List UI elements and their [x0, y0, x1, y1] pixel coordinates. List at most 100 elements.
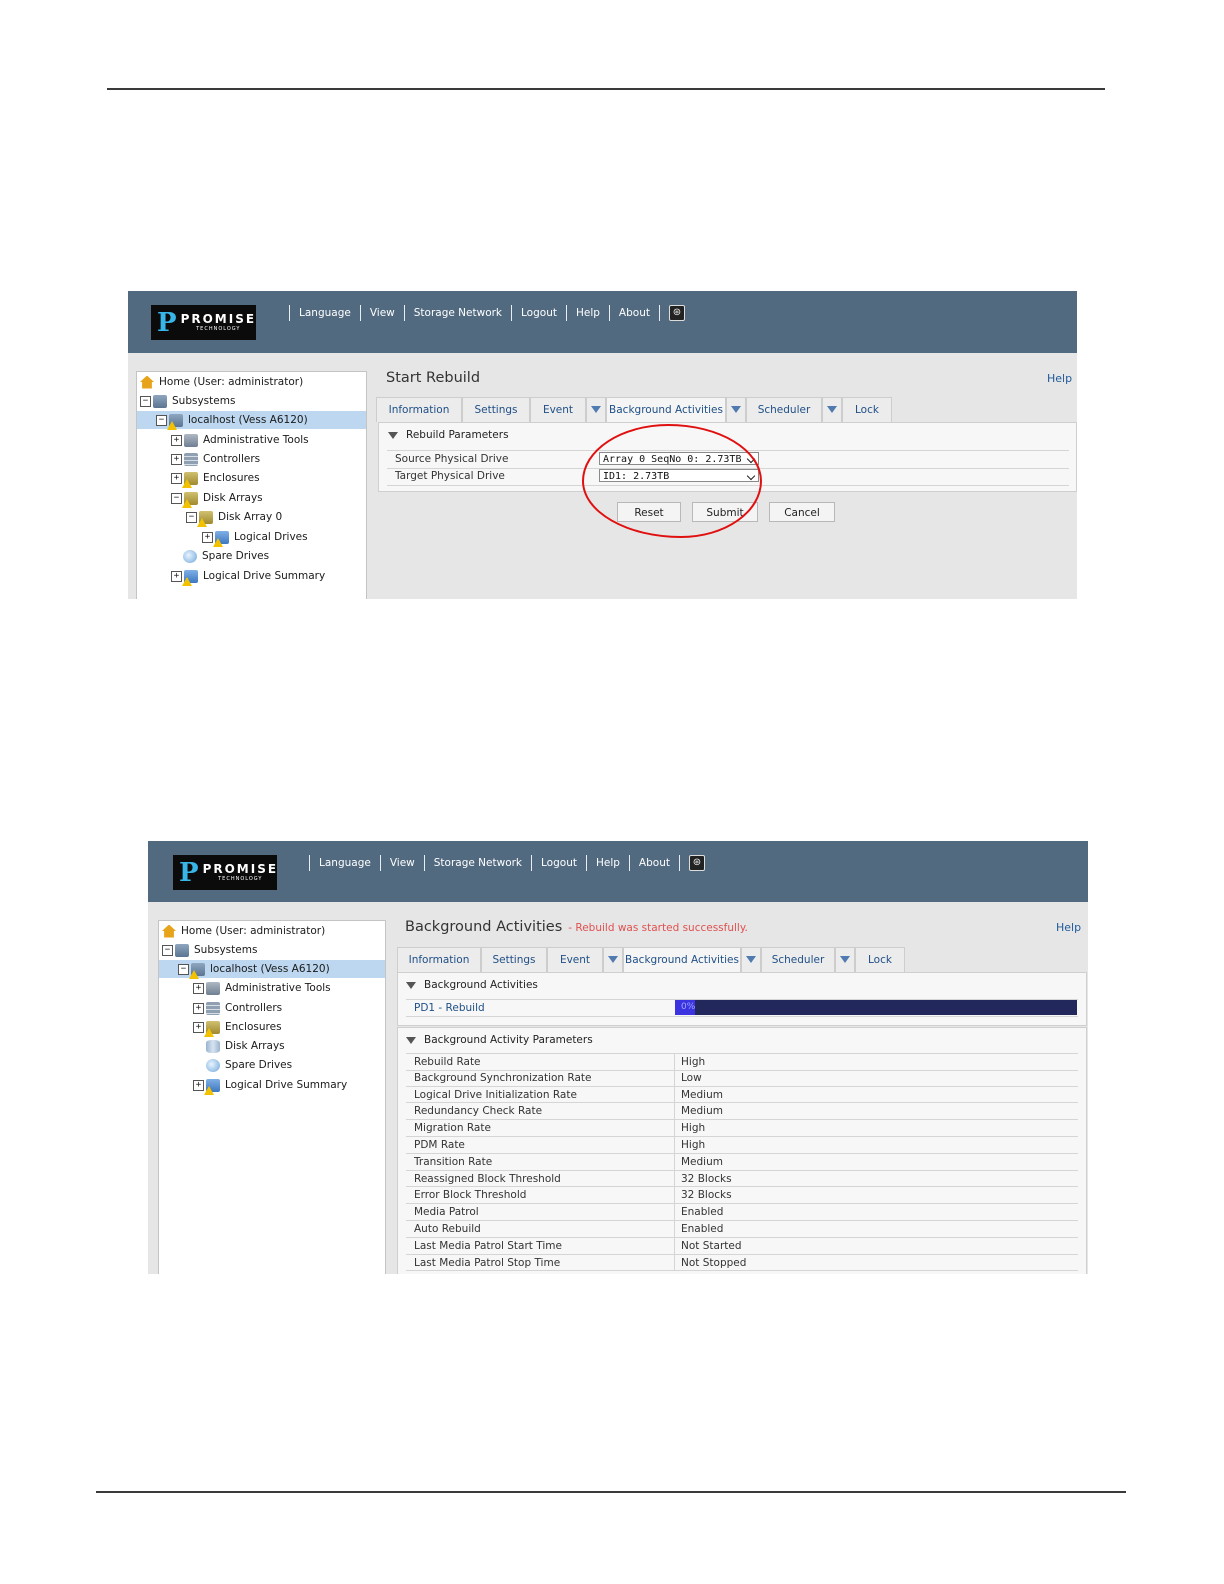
- nav-view[interactable]: View: [370, 307, 395, 319]
- top-nav: Language View Storage Network Logout Hel…: [280, 304, 685, 322]
- background-activities-panel: Background Activities PD1 - Rebuild 0%: [397, 972, 1087, 1026]
- tree-item-controllers[interactable]: + Controllers: [171, 450, 260, 468]
- status-message: - Rebuild was started successfully.: [568, 922, 748, 934]
- tree-item-logical-drives[interactable]: + Logical Drives: [202, 528, 308, 547]
- help-link[interactable]: Help: [1056, 921, 1081, 934]
- tree-item-enclosures[interactable]: +Enclosures: [171, 469, 260, 488]
- tab-scheduler[interactable]: Scheduler: [746, 397, 822, 422]
- globe-icon[interactable]: ⊛: [688, 855, 705, 871]
- background-activities-header[interactable]: Background Activities: [406, 979, 538, 991]
- tab-lock[interactable]: Lock: [855, 947, 905, 972]
- activity-label[interactable]: PD1 - Rebuild: [414, 1000, 485, 1016]
- tree-item-logical-drive-summary[interactable]: + Logical Drive Summary: [171, 567, 325, 586]
- tab-background-activities[interactable]: Background Activities: [606, 397, 726, 422]
- parameter-label: Error Block Threshold: [414, 1189, 527, 1202]
- tree-item-enclosures[interactable]: +Enclosures: [193, 1018, 282, 1037]
- home-icon: [140, 375, 154, 389]
- parameter-value: Low: [674, 1069, 702, 1086]
- cancel-button[interactable]: Cancel: [769, 502, 835, 522]
- event-dropdown-icon[interactable]: [603, 947, 623, 972]
- background-activity-parameters-header[interactable]: Background Activity Parameters: [406, 1034, 593, 1046]
- nav-logout[interactable]: Logout: [541, 857, 577, 869]
- highlight-circle: [582, 424, 762, 538]
- nav-language[interactable]: Language: [299, 307, 351, 319]
- nav-about[interactable]: About: [639, 857, 670, 869]
- parameter-label: Redundancy Check Rate: [414, 1105, 543, 1118]
- tree-item-controllers[interactable]: + Controllers: [193, 999, 282, 1017]
- disk-array-icon: [206, 1039, 220, 1053]
- parameter-row: Auto Rebuild Enabled: [406, 1221, 1078, 1238]
- tab-scheduler[interactable]: Scheduler: [761, 947, 835, 972]
- logical-drive-warning-icon: [213, 530, 229, 547]
- nav-storage-network[interactable]: Storage Network: [414, 307, 502, 319]
- parameter-row: PDM Rate High: [406, 1137, 1078, 1154]
- home-icon: [162, 924, 176, 938]
- help-link[interactable]: Help: [1047, 372, 1072, 385]
- nav-about[interactable]: About: [619, 307, 650, 319]
- tree-item-spare-drives[interactable]: Spare Drives: [206, 1056, 292, 1074]
- page-title: Background Activities - Rebuild was start…: [405, 919, 748, 935]
- nav-storage-network[interactable]: Storage Network: [434, 857, 522, 869]
- server-warning-icon: [167, 413, 183, 430]
- event-dropdown-icon[interactable]: [586, 397, 606, 422]
- tree-item-subsystems[interactable]: − Subsystems: [162, 941, 257, 959]
- header-bar: P PROMISE TECHNOLOGY Language View Storag…: [148, 841, 1088, 902]
- parameter-value: High: [674, 1137, 705, 1153]
- tree-item-disk-arrays[interactable]: −Disk Arrays: [171, 489, 263, 508]
- tree-item-subsystems[interactable]: − Subsystems: [140, 392, 235, 410]
- tree-item-localhost[interactable]: −localhost (Vess A6120): [137, 411, 366, 430]
- navigation-tree: Home (User: administrator) − Subsystems −…: [158, 920, 386, 1274]
- tree-item-home[interactable]: Home (User: administrator): [140, 373, 303, 391]
- nav-language[interactable]: Language: [319, 857, 371, 869]
- header-bar: P PROMISE TECHNOLOGY Language View Storag…: [128, 291, 1077, 353]
- tab-lock[interactable]: Lock: [842, 397, 892, 422]
- tree-item-spare-drives[interactable]: Spare Drives: [183, 547, 269, 565]
- tab-settings[interactable]: Settings: [462, 397, 530, 422]
- tree-item-disk-arrays[interactable]: Disk Arrays: [206, 1037, 285, 1055]
- tree-item-administrative-tools[interactable]: + Administrative Tools: [193, 979, 331, 997]
- background-activities-dropdown-icon[interactable]: [741, 947, 761, 972]
- parameter-value: 32 Blocks: [674, 1187, 732, 1204]
- background-activities-dropdown-icon[interactable]: [726, 397, 746, 422]
- tab-event[interactable]: Event: [530, 397, 586, 422]
- parameter-row: Error Block Threshold 32 Blocks: [406, 1187, 1078, 1205]
- scheduler-dropdown-icon[interactable]: [822, 397, 842, 422]
- top-nav: Language View Storage Network Logout Hel…: [300, 854, 705, 872]
- nav-help[interactable]: Help: [576, 307, 600, 319]
- rebuild-parameters-header[interactable]: Rebuild Parameters: [388, 429, 509, 441]
- tab-information[interactable]: Information: [376, 397, 462, 422]
- promise-logo: P PROMISE TECHNOLOGY: [151, 305, 256, 340]
- tools-icon: [206, 981, 220, 995]
- tree-item-disk-array-0[interactable]: −Disk Array 0: [186, 508, 282, 527]
- scheduler-dropdown-icon[interactable]: [835, 947, 855, 972]
- globe-icon[interactable]: ⊛: [668, 305, 685, 321]
- nav-logout[interactable]: Logout: [521, 307, 557, 319]
- tab-event[interactable]: Event: [547, 947, 603, 972]
- disk-array-warning-icon: [182, 491, 198, 508]
- nav-view[interactable]: View: [390, 857, 415, 869]
- parameter-label: Last Media Patrol Start Time: [414, 1239, 562, 1252]
- background-activity-parameters-panel: Background Activity Parameters Rebuild R…: [397, 1027, 1087, 1274]
- server-warning-icon: [189, 962, 205, 979]
- tab-information[interactable]: Information: [397, 947, 481, 972]
- tree-item-home[interactable]: Home (User: administrator): [162, 922, 325, 940]
- parameter-value: High: [674, 1120, 705, 1136]
- parameter-value: High: [674, 1054, 705, 1070]
- parameter-label: Logical Drive Initialization Rate: [414, 1088, 577, 1101]
- nav-help[interactable]: Help: [596, 857, 620, 869]
- rebuild-progress-text: 0%: [681, 1002, 696, 1012]
- tree-item-localhost[interactable]: −localhost (Vess A6120): [159, 960, 385, 979]
- logical-drive-warning-icon: [182, 569, 198, 586]
- controller-icon: [184, 452, 198, 466]
- tree-item-logical-drive-summary[interactable]: + Logical Drive Summary: [193, 1076, 347, 1095]
- parameter-value: Medium: [674, 1153, 723, 1170]
- tab-settings[interactable]: Settings: [481, 947, 547, 972]
- tab-background-activities[interactable]: Background Activities: [623, 947, 741, 972]
- parameter-value: Enabled: [674, 1204, 723, 1220]
- parameter-value: Medium: [674, 1086, 723, 1103]
- top-rule: [107, 88, 1105, 90]
- enclosure-warning-icon: [204, 1020, 220, 1037]
- parameter-row: Background Synchronization Rate Low: [406, 1069, 1078, 1087]
- parameter-label: Transition Rate: [414, 1155, 493, 1168]
- tree-item-administrative-tools[interactable]: + Administrative Tools: [171, 431, 309, 449]
